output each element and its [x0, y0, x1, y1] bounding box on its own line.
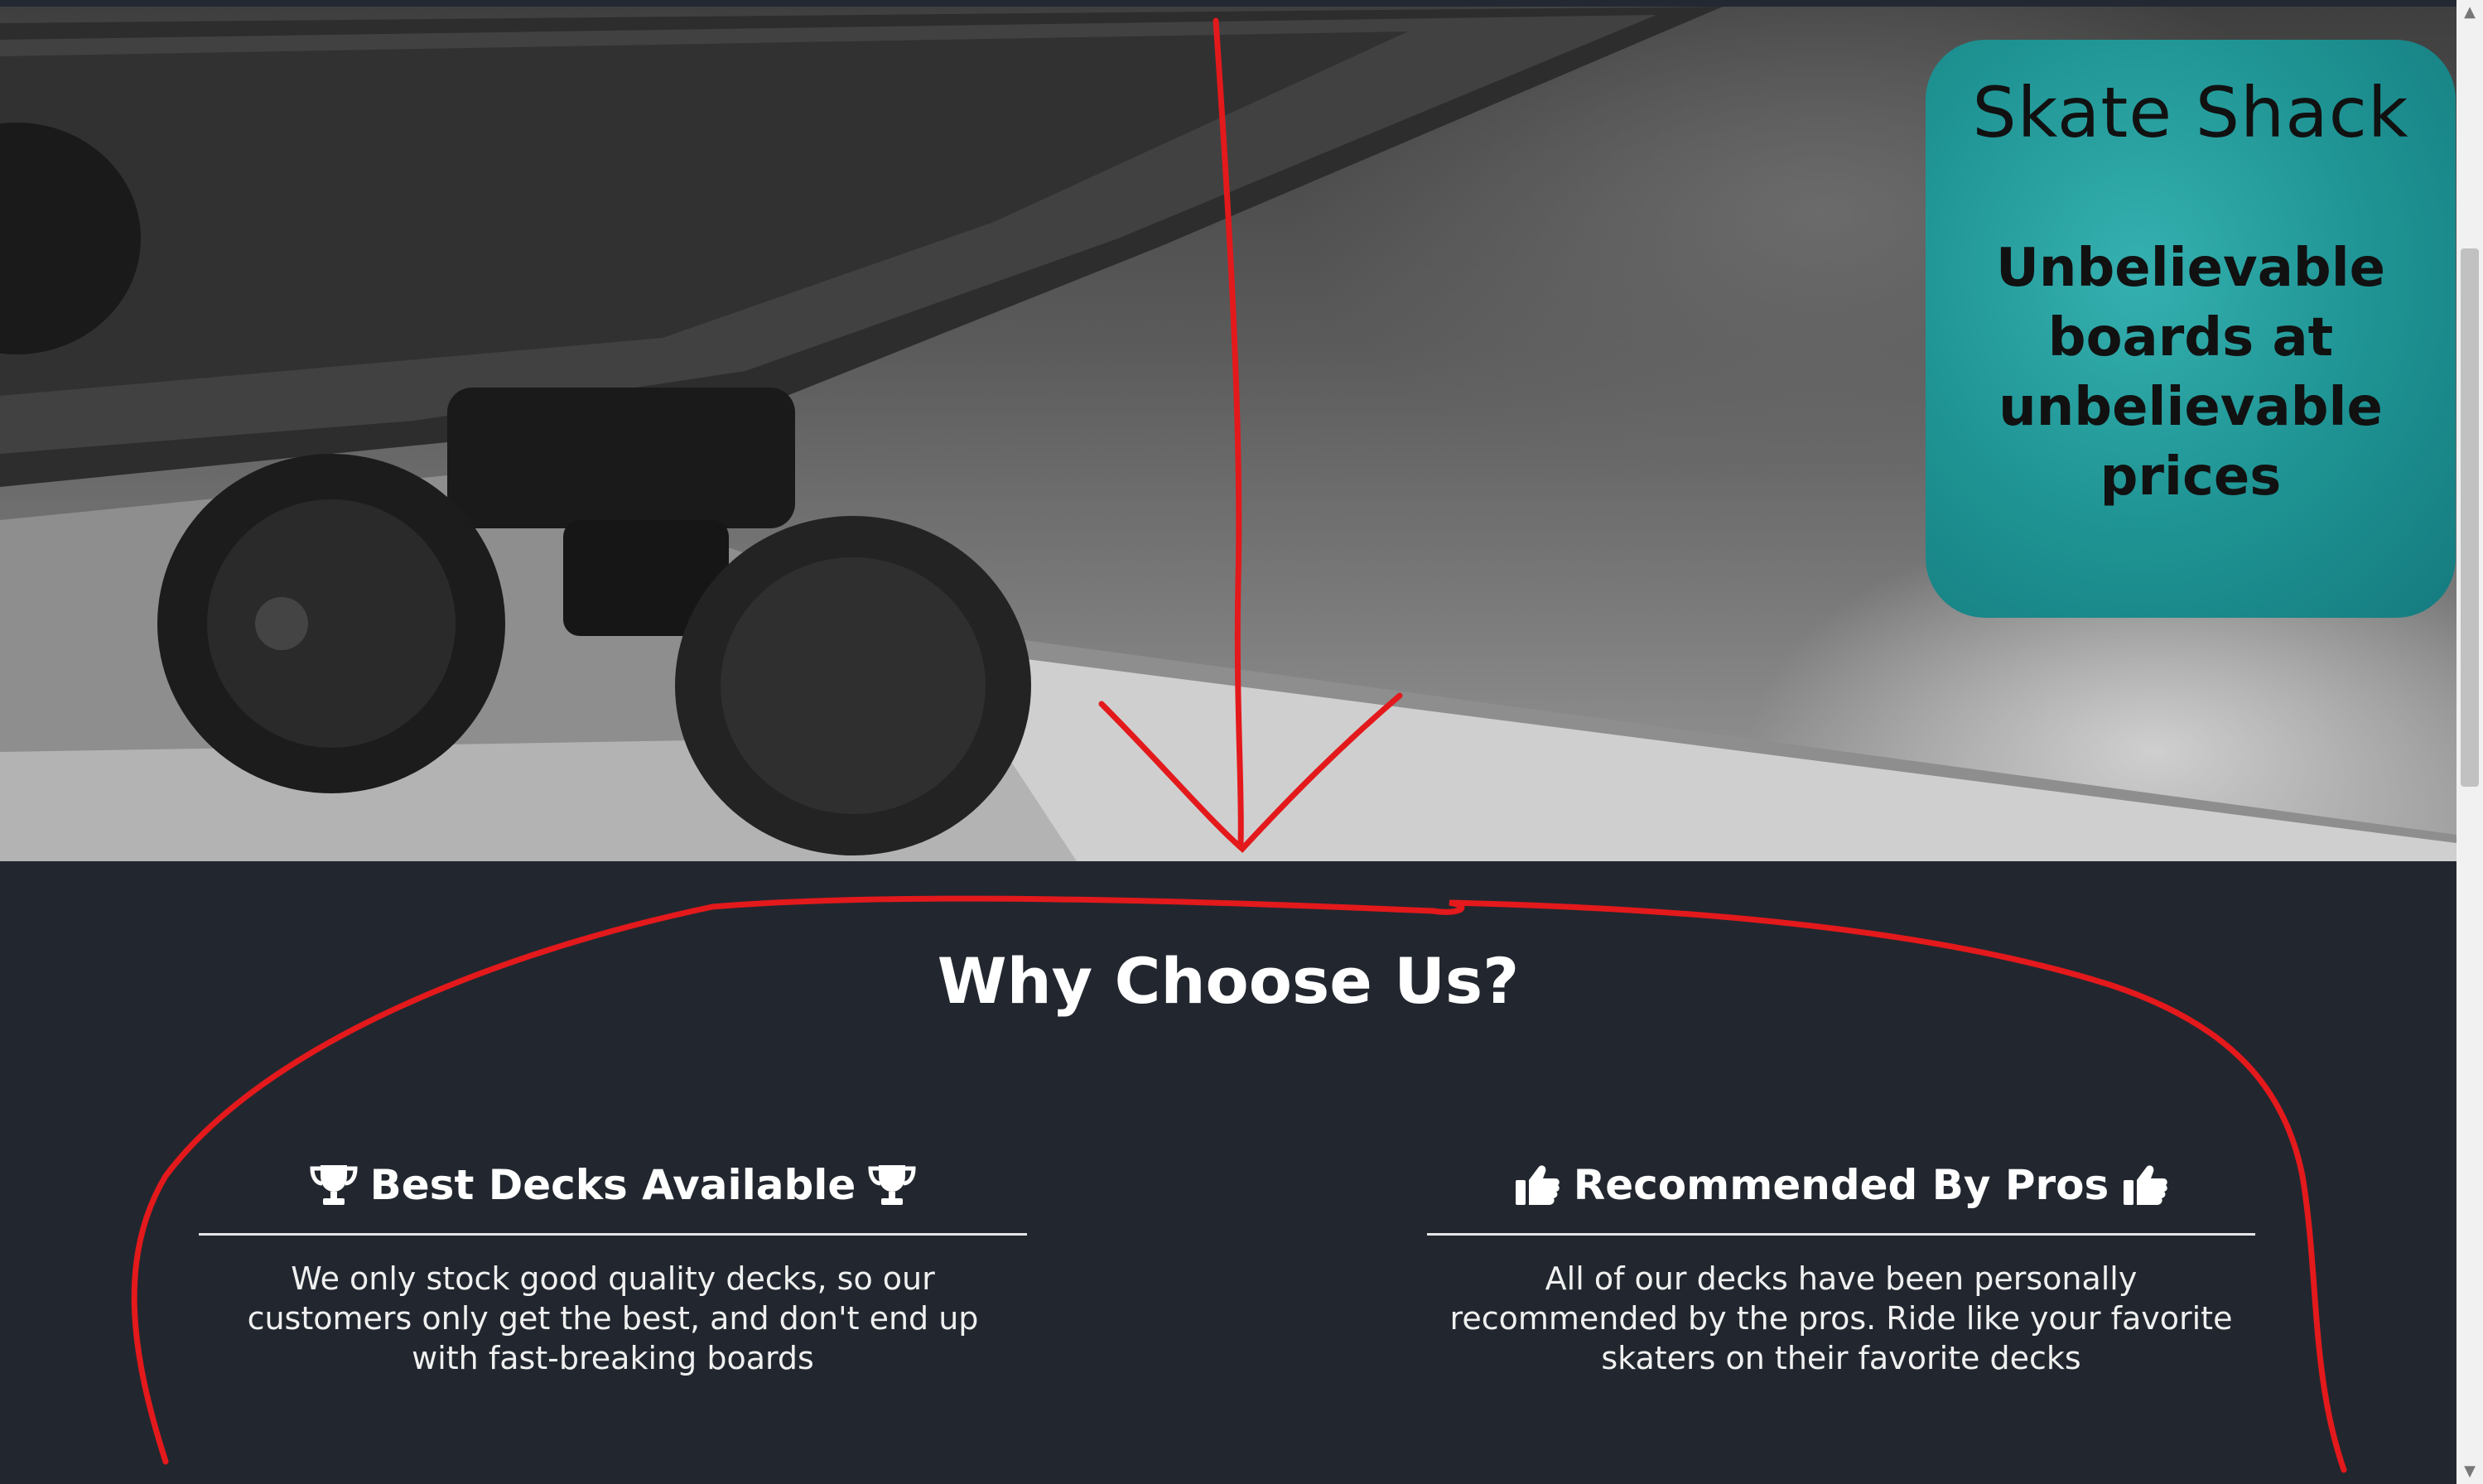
scroll-up-arrow-icon[interactable]: ▲ — [2456, 0, 2483, 25]
thumbs-up-icon — [1515, 1165, 1560, 1205]
brand-tagline: Unbelievable boards at unbelievable pric… — [1995, 238, 2386, 508]
brand-card: Skate Shack Unbelievable boards at unbel… — [1926, 40, 2456, 618]
feature-text: We only stock good quality decks, so our… — [247, 1260, 979, 1376]
feature-text: All of our decks have been personally re… — [1449, 1260, 2233, 1376]
trophy-icon — [868, 1165, 916, 1205]
hero-banner: Skate Shack Unbelievable boards at unbel… — [0, 7, 2456, 861]
feature-heading: Best Decks Available — [199, 1155, 1027, 1236]
feature-heading: Recommended By Pros — [1427, 1155, 2255, 1236]
trophy-icon — [310, 1165, 358, 1205]
why-choose-us-section: Why Choose Us? Best Decks Available We o… — [0, 861, 2456, 1484]
section-title: Why Choose Us? — [937, 944, 1520, 1018]
feature-recommended-by-pros: Recommended By Pros All of our decks hav… — [1427, 1155, 2255, 1378]
top-bar — [0, 0, 2456, 7]
vertical-scrollbar[interactable]: ▲ ▼ — [2456, 0, 2483, 1484]
feature-title: Best Decks Available — [369, 1161, 856, 1209]
feature-title: Recommended By Pros — [1573, 1161, 2109, 1209]
scrollbar-thumb[interactable] — [2461, 248, 2479, 787]
brand-title: Skate Shack — [1972, 72, 2409, 153]
scroll-down-arrow-icon[interactable]: ▼ — [2456, 1459, 2483, 1484]
feature-best-decks: Best Decks Available We only stock good … — [199, 1155, 1027, 1378]
thumbs-up-icon — [2124, 1165, 2168, 1205]
